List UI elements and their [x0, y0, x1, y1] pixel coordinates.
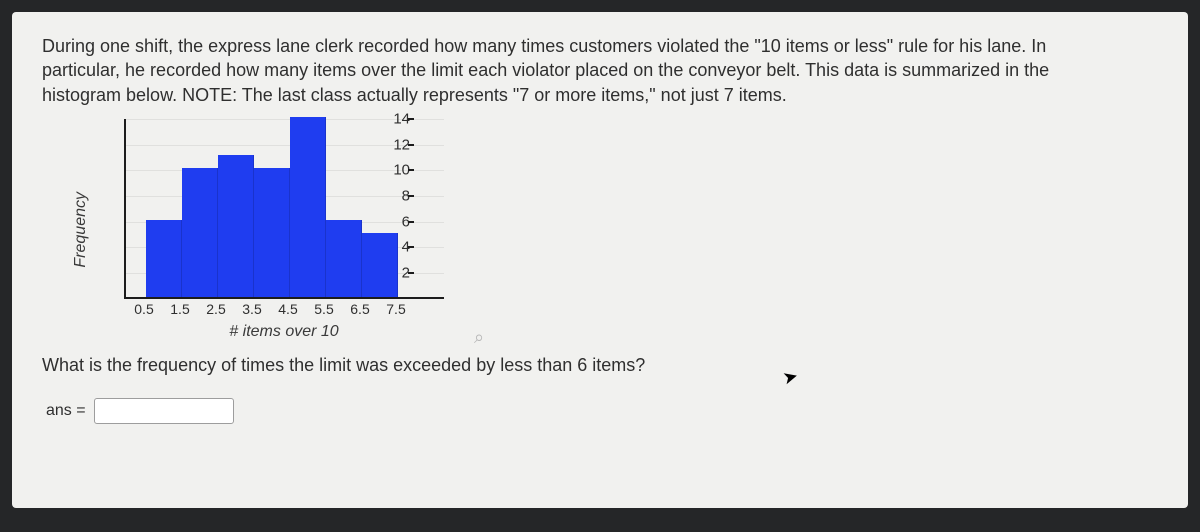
x-tick-label: 5.5	[306, 301, 342, 317]
bar	[218, 155, 254, 296]
bar	[290, 117, 326, 297]
x-tick-label: 1.5	[162, 301, 198, 317]
answer-row: ans =	[46, 398, 1158, 424]
bar	[182, 168, 218, 297]
question-text: What is the frequency of times the limit…	[42, 355, 1158, 376]
x-tick-label: 6.5	[342, 301, 378, 317]
chart-box: 2468101214 0.51.52.53.54.55.56.57.5 # it…	[94, 119, 444, 341]
problem-page: During one shift, the express lane clerk…	[12, 12, 1188, 508]
bar	[326, 220, 362, 297]
bar	[254, 168, 290, 297]
x-tick-label: 7.5	[378, 301, 414, 317]
x-ticks: 0.51.52.53.54.55.56.57.5	[124, 301, 414, 317]
answer-input[interactable]	[94, 398, 234, 424]
magnify-icon: ⌕	[474, 327, 484, 348]
y-axis-label: Frequency	[72, 192, 90, 268]
x-tick-label: 3.5	[234, 301, 270, 317]
x-tick-label: 2.5	[198, 301, 234, 317]
bar	[146, 220, 182, 297]
x-tick-label: 4.5	[270, 301, 306, 317]
bar	[362, 233, 398, 297]
bars-container	[126, 119, 398, 297]
answer-label: ans =	[46, 402, 86, 420]
x-axis-label: # items over 10	[124, 323, 444, 341]
x-tick-label: 0.5	[126, 301, 162, 317]
problem-text: During one shift, the express lane clerk…	[42, 34, 1082, 107]
histogram-chart: Frequency 2468101214 0.51.52.53.54.55.56…	[72, 119, 1158, 341]
